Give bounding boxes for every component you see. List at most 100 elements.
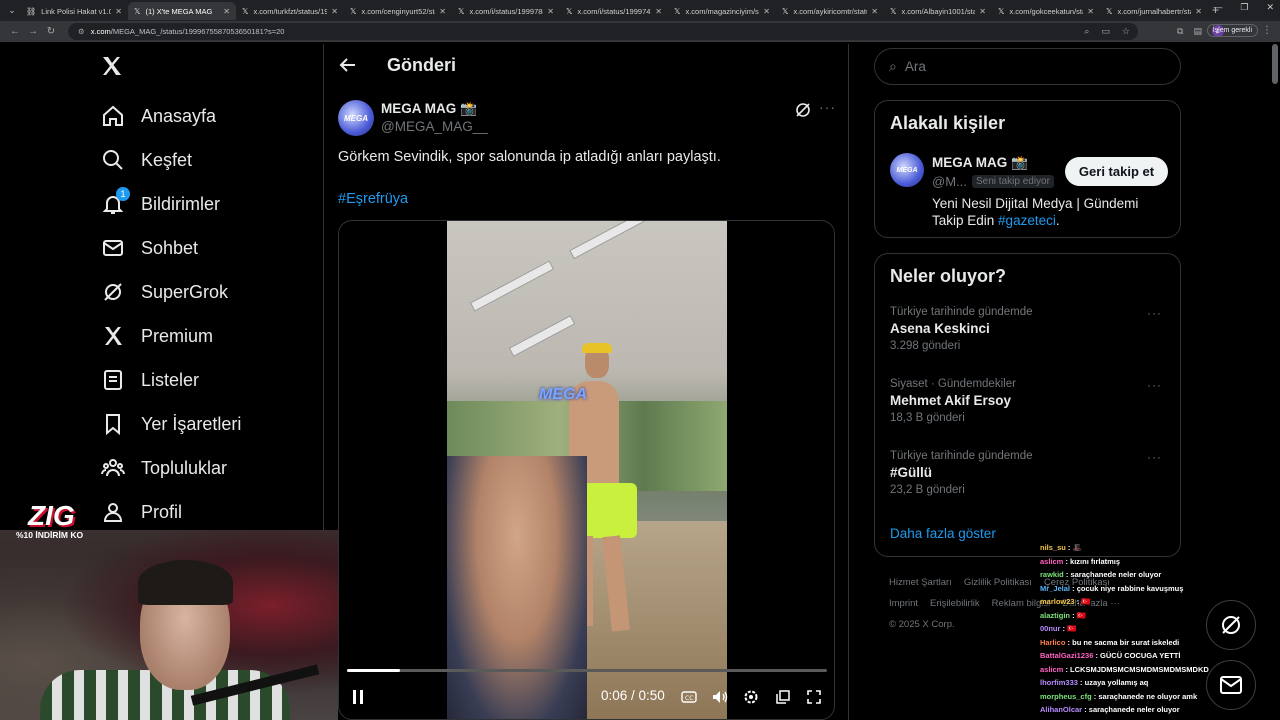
pip-icon[interactable] [775, 687, 791, 707]
post-author-handle[interactable]: @MEGA_MAG__ [381, 119, 488, 134]
maximize-icon[interactable]: ❐ [1240, 2, 1248, 13]
nav-item-mail[interactable]: Sohbet [100, 226, 198, 270]
post-author-name[interactable]: MEGA MAG 📸 [381, 101, 477, 117]
nav-item-list[interactable]: Listeler [100, 358, 199, 402]
tab-close-icon[interactable]: ✕ [115, 7, 122, 16]
tab-close-icon[interactable]: ✕ [547, 7, 554, 16]
trend-item[interactable]: Türkiye tarihinde gündemde Asena Keskinci… [890, 306, 1170, 352]
trend-item[interactable]: Türkiye tarihinde gündemde #Güllü 23,2 B g… [890, 450, 1170, 496]
nav-item-profile[interactable]: Profil [100, 490, 182, 534]
related-handle[interactable]: @M... [932, 174, 967, 189]
browser-tab[interactable]: 𝕏x.com/i/status/19997475 ✕ [560, 2, 668, 20]
footer-link[interactable]: © 2025 X Corp. [889, 619, 955, 630]
related-avatar[interactable]: MEGA [890, 153, 924, 187]
chat-username: morpheus_cfg [1040, 691, 1092, 701]
minimize-icon[interactable]: — [1213, 2, 1222, 13]
close-window-icon[interactable]: ✕ [1266, 2, 1274, 13]
tab-close-icon[interactable]: ✕ [331, 7, 338, 16]
nav-item-search[interactable]: Keşfet [100, 138, 192, 182]
post-hashtag[interactable]: #Eşrefrüya [338, 191, 408, 207]
tab-close-icon[interactable]: ✕ [871, 7, 878, 16]
communities-icon [100, 455, 126, 481]
trend-count: 18,3 B gönderi [890, 412, 965, 424]
tab-title: x.com/turkfzt/status/1999 [253, 6, 328, 16]
tab-close-icon[interactable]: ✕ [655, 7, 662, 16]
nav-item-x-premium[interactable]: Premium [100, 314, 213, 358]
trend-count: 3.298 gönderi [890, 340, 961, 352]
chat-separator: : [1070, 583, 1077, 593]
x-logo-icon[interactable] [100, 54, 126, 80]
nav-item-communities[interactable]: Topluluklar [100, 446, 227, 490]
tab-close-icon[interactable]: ✕ [1195, 7, 1202, 16]
video-progress-track[interactable] [347, 669, 827, 672]
update-button[interactable]: İşlem gerekli [1206, 24, 1258, 37]
post-avatar[interactable]: MEGA [338, 100, 374, 136]
back-icon[interactable]: ← [6, 26, 24, 37]
tab-close-icon[interactable]: ✕ [763, 7, 770, 16]
browser-tab[interactable]: 𝕏x.com/jurnalhabertr/statu ✕ [1100, 2, 1208, 20]
grok-fab-button[interactable] [1206, 600, 1256, 650]
related-title: Alakalı kişiler [890, 113, 1006, 133]
extensions-icon[interactable]: ⧉ [1177, 26, 1183, 37]
grok-icon[interactable] [794, 101, 812, 119]
footer-link[interactable]: Imprint [889, 598, 918, 609]
search-input[interactable]: ⌕ Ara [874, 48, 1181, 85]
tab-close-icon[interactable]: ✕ [1087, 7, 1094, 16]
browser-tab[interactable]: ⛓ Link Polisi Hakat v1.0 ✕ [20, 2, 128, 20]
captions-icon[interactable]: CC [681, 687, 697, 707]
footer-link[interactable]: Gizlilik Politikası [964, 577, 1032, 588]
nav-item-grok[interactable]: SuperGrok [100, 270, 228, 314]
chat-separator: : [1070, 610, 1077, 620]
chat-username: Mr_Jelal [1040, 583, 1071, 593]
browser-tab[interactable]: 𝕏x.com/Albayin1001/stat ✕ [884, 2, 992, 20]
trend-more-icon[interactable]: ··· [1147, 306, 1162, 320]
show-more-link[interactable]: Daha fazla göster [890, 526, 996, 541]
forward-icon[interactable]: → [24, 26, 42, 37]
browser-tab[interactable]: 𝕏x.com/turkfzt/status/1999✕ [236, 2, 344, 20]
search-icon [100, 147, 126, 173]
follow-back-button[interactable]: Geri takip et [1065, 157, 1168, 186]
browser-tab[interactable]: 𝕏 (1) X'te MEGA MAG ✕ [128, 2, 236, 20]
footer-link[interactable]: Hizmet Şartları [889, 577, 952, 588]
chat-username: 00nur [1040, 624, 1061, 633]
nav-item-bookmark[interactable]: Yer İşaretleri [100, 402, 241, 446]
trend-item[interactable]: Siyaset · Gündemdekiler Mehmet Akif Ersoy… [890, 378, 1170, 424]
browser-tab[interactable]: 𝕏x.com/gokceekatun/statu ✕ [992, 2, 1100, 20]
nav-item-home[interactable]: Anasayfa [100, 94, 216, 138]
messages-fab-button[interactable] [1206, 660, 1256, 710]
footer-link[interactable]: Erişilebilirlik [930, 598, 980, 609]
browser-tab[interactable]: 𝕏x.com/cenginyurt52/statu ✕ [344, 2, 452, 20]
tab-title: x.com/aykiricomtr/status [793, 6, 868, 16]
address-bar[interactable]: ⚙ x.com /MEGA_MAG_/status/19996755870536… [68, 23, 1138, 40]
cast-icon[interactable]: ▭ [1101, 26, 1110, 37]
video-watermark: MEGA [539, 386, 587, 403]
more-options-icon[interactable]: ··· [819, 99, 836, 115]
volume-icon[interactable] [711, 687, 729, 707]
zoom-icon[interactable]: ⌕ [1084, 26, 1089, 37]
tab-search-icon[interactable]: ⌄ [4, 2, 20, 18]
tab-close-icon[interactable]: ✕ [439, 7, 446, 16]
bio-hashtag-link[interactable]: #gazeteci [998, 213, 1056, 228]
pause-icon[interactable] [351, 687, 365, 707]
browser-tab[interactable]: 𝕏x.com/i/status/199978821 ✕ [452, 2, 560, 20]
back-arrow-icon[interactable] [338, 55, 360, 77]
reload-icon[interactable]: ↻ [42, 26, 60, 37]
page-scrollbar[interactable] [1272, 44, 1278, 84]
tab-close-icon[interactable]: ✕ [979, 7, 986, 16]
browser-menu-icon[interactable]: ⋮ [1262, 25, 1272, 36]
star-icon[interactable]: ☆ [1122, 26, 1130, 37]
trend-more-icon[interactable]: ··· [1147, 378, 1162, 392]
tab-search-icon-2[interactable]: ▤ [1193, 26, 1202, 37]
browser-tab[interactable]: 𝕏x.com/aykiricomtr/status ✕ [776, 2, 884, 20]
fullscreen-icon[interactable] [806, 687, 822, 707]
related-name[interactable]: MEGA MAG 📸 [932, 155, 1028, 171]
video-player[interactable]: MEGA 0:06 / 0:50 CC [338, 220, 835, 720]
settings-icon[interactable] [743, 687, 759, 707]
trend-more-icon[interactable]: ··· [1147, 450, 1162, 464]
home-icon [100, 103, 126, 129]
site-info-icon[interactable]: ⚙ [78, 27, 85, 36]
tab-close-icon[interactable]: ✕ [223, 7, 230, 16]
x-icon: 𝕏 [998, 6, 1005, 16]
browser-tab[interactable]: 𝕏x.com/magazinciyim/stat ✕ [668, 2, 776, 20]
nav-item-bell[interactable]: 1 Bildirimler [100, 182, 220, 226]
